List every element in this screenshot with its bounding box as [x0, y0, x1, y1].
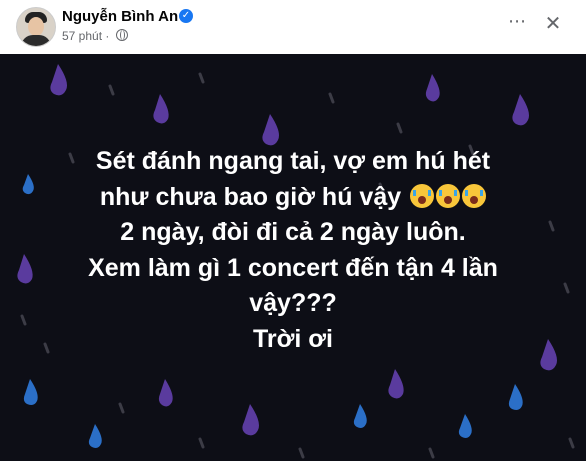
post-meta: 57 phút · — [62, 29, 128, 43]
post-header: Nguyễn Bình An ✓ 57 phút · ⋯ ✕ — [0, 0, 586, 54]
more-options-button[interactable]: ⋯ — [504, 10, 530, 36]
close-button[interactable]: ✕ — [540, 10, 566, 36]
crying-face-icon — [462, 183, 487, 208]
crying-face-icon — [436, 183, 461, 208]
post-line-2-wrap: như chưa bao giờ hú vậy — [0, 180, 586, 216]
avatar-shirt — [21, 35, 51, 46]
crying-face-icon — [410, 183, 435, 208]
post-text: Sét đánh ngang tai, vợ em hú hét như chư… — [0, 144, 586, 357]
post-line-4: Xem làm gì 1 concert đến tận 4 lần — [88, 253, 498, 282]
author-name[interactable]: Nguyễn Bình An — [62, 8, 178, 25]
post-line-6: Trời ơi — [252, 324, 333, 353]
post-line-1: Sét đánh ngang tai, vợ em hú hét — [95, 147, 491, 175]
avatar-face — [28, 17, 44, 36]
post-line-5: vậy??? — [249, 289, 337, 317]
globe-icon — [115, 29, 128, 41]
post-content: Sét đánh ngang tai, vợ em hú hét như chư… — [0, 54, 586, 461]
verified-badge-icon: ✓ — [179, 9, 193, 23]
post-line-3: 2 ngày, đòi đi cả 2 ngày luôn. — [120, 218, 466, 246]
post-time[interactable]: 57 phút — [62, 29, 102, 43]
post-line-2: như chưa bao giờ hú vậy — [99, 182, 402, 211]
author-avatar[interactable] — [16, 7, 56, 47]
